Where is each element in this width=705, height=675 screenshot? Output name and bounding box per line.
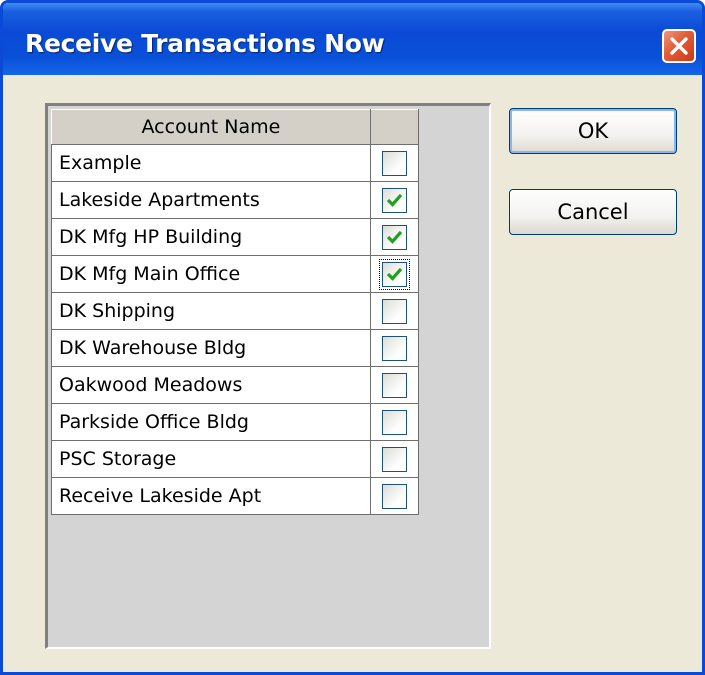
checkbox-cell	[369, 329, 420, 367]
checkmark-icon	[386, 267, 403, 281]
ok-button[interactable]: OK	[509, 108, 677, 154]
account-checkbox[interactable]	[381, 483, 407, 509]
account-name-cell[interactable]: DK Mfg HP Building	[51, 218, 371, 256]
account-checkbox[interactable]	[381, 335, 407, 361]
account-name-cell[interactable]: Oakwood Meadows	[51, 366, 371, 404]
title-bar[interactable]: Receive Transactions Now	[3, 3, 702, 75]
account-name-cell[interactable]: Parkside Office Bldg	[51, 403, 371, 441]
account-checkbox-checked[interactable]	[378, 258, 410, 290]
table-row[interactable]: DK Mfg Main Office	[51, 255, 420, 293]
table-row[interactable]: DK Shipping	[51, 292, 420, 330]
account-grid: Account Name Example Lakeside Apartments D…	[45, 103, 491, 649]
account-name-cell[interactable]: Example	[51, 144, 371, 182]
column-header-account-name[interactable]: Account Name	[51, 109, 371, 145]
checkmark-icon	[386, 193, 403, 207]
checkmark-icon	[386, 230, 403, 244]
checkbox-cell	[369, 477, 420, 515]
table-row[interactable]: DK Mfg HP Building	[51, 218, 420, 256]
close-icon	[670, 37, 688, 55]
account-checkbox[interactable]	[381, 150, 407, 176]
table-row[interactable]: Example	[51, 144, 420, 182]
checkbox-cell	[369, 218, 420, 256]
receive-transactions-dialog: Receive Transactions Now Account Name Ex…	[0, 0, 705, 675]
checkbox-cell	[369, 144, 420, 182]
account-name-cell[interactable]: DK Shipping	[51, 292, 371, 330]
table-row[interactable]: DK Warehouse Bldg	[51, 329, 420, 367]
account-checkbox[interactable]	[381, 446, 407, 472]
table-row[interactable]: Lakeside Apartments	[51, 181, 420, 219]
table-row[interactable]: PSC Storage	[51, 440, 420, 478]
account-checkbox[interactable]	[381, 298, 407, 324]
close-button[interactable]	[662, 29, 696, 63]
table-row[interactable]: Parkside Office Bldg	[51, 403, 420, 441]
checkbox-cell	[369, 255, 420, 293]
account-name-cell[interactable]: Lakeside Apartments	[51, 181, 371, 219]
table-row[interactable]: Oakwood Meadows	[51, 366, 420, 404]
account-name-cell[interactable]: DK Mfg Main Office	[51, 255, 371, 293]
account-checkbox[interactable]	[381, 372, 407, 398]
account-table: Account Name Example Lakeside Apartments D…	[51, 109, 420, 515]
cancel-button[interactable]: Cancel	[509, 189, 677, 235]
account-checkbox-checked[interactable]	[381, 187, 407, 213]
account-name-cell[interactable]: DK Warehouse Bldg	[51, 329, 371, 367]
checkbox-cell	[369, 366, 420, 404]
account-checkbox[interactable]	[381, 409, 407, 435]
grid-header-row: Account Name	[51, 109, 420, 145]
table-row[interactable]: Receive Lakeside Apt	[51, 477, 420, 515]
window-title: Receive Transactions Now	[25, 29, 385, 58]
checkbox-cell	[369, 181, 420, 219]
checkbox-cell	[369, 292, 420, 330]
checkbox-cell	[369, 403, 420, 441]
column-header-check[interactable]	[369, 109, 420, 145]
account-name-cell[interactable]: Receive Lakeside Apt	[51, 477, 371, 515]
account-name-cell[interactable]: PSC Storage	[51, 440, 371, 478]
account-checkbox-checked[interactable]	[381, 224, 407, 250]
checkbox-cell	[369, 440, 420, 478]
